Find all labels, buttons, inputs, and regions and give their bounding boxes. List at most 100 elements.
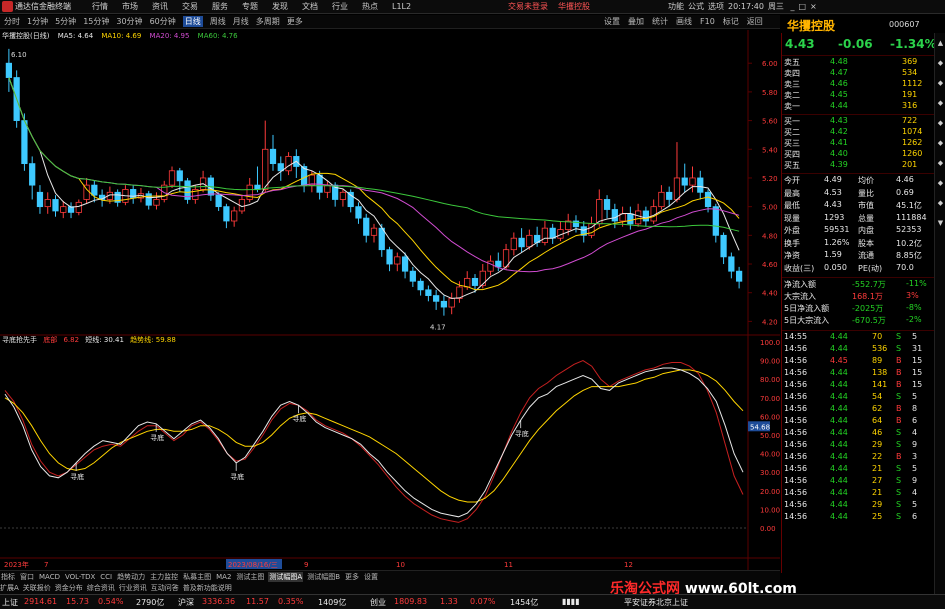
flow-row[interactable]: 5日大宗流入 -670.5万 -2% — [784, 315, 933, 327]
tick-row[interactable]: 14:56 4.44 27 S 9 — [784, 476, 933, 488]
side-button-1[interactable]: ▲ — [936, 39, 945, 51]
tab-vol[interactable]: VOL-TDX — [64, 573, 96, 581]
menu-options[interactable]: 选项 — [708, 2, 724, 11]
period-daily[interactable]: 日线 — [182, 16, 203, 27]
menu-item-l1l2[interactable]: L1L2 — [392, 2, 411, 11]
tick-row[interactable]: 14:56 4.44 536 S 31 — [784, 344, 933, 356]
menu-function[interactable]: 功能 — [668, 2, 684, 11]
period-weekly[interactable]: 周线 — [210, 16, 226, 27]
side-button-5[interactable]: ◆ — [936, 119, 945, 131]
stat-row[interactable]: 净资 1.59 流通 8.85亿 — [784, 250, 933, 262]
tab-private[interactable]: 私募主图 — [182, 572, 212, 582]
maximize-icon[interactable]: □ — [798, 2, 806, 11]
side-scrollbar[interactable]: ▲ ◆ ◆ ◆ ◆ ◆ ◆ ◆ ◆ ▼ — [934, 33, 945, 594]
stat-row[interactable]: 今开 4.49 均价 4.46 — [784, 175, 933, 187]
period-more[interactable]: 更多 — [287, 16, 303, 27]
tool-back[interactable]: 返回 — [747, 16, 763, 27]
tab-macd[interactable]: MACD — [38, 573, 61, 581]
menu-formula[interactable]: 公式 — [688, 2, 704, 11]
stat-row[interactable]: 现量 1293 总量 111884 — [784, 213, 933, 225]
price-chart[interactable]: 寻底寻底寻底寻底寻底 6.104.176.005.805.605.405.205… — [0, 30, 780, 570]
tick-row[interactable]: 14:55 4.44 70 S 5 — [784, 332, 933, 344]
menu-item-quotes[interactable]: 行情 — [92, 1, 108, 12]
ext-tab-news[interactable]: 综合资讯 — [87, 583, 115, 593]
menu-item-trade[interactable]: 交易 — [182, 1, 198, 12]
index-sh-name[interactable]: 上证 — [2, 597, 18, 608]
flow-row[interactable]: 净流入额 -552.7万 -11% — [784, 279, 933, 291]
flow-row[interactable]: 大宗流入 168.1万 3% — [784, 291, 933, 303]
period-30min[interactable]: 30分钟 — [116, 16, 142, 27]
side-button-2[interactable]: ◆ — [936, 59, 945, 71]
bid-row[interactable]: 买五 4.39 201 — [784, 160, 933, 172]
tab-trend[interactable]: 趋势动力 — [116, 572, 146, 582]
tool-settings[interactable]: 设置 — [604, 16, 620, 27]
tick-row[interactable]: 14:56 4.44 21 S 4 — [784, 488, 933, 500]
tab-test-main[interactable]: 测试主图 — [235, 572, 265, 582]
stat-row[interactable]: 外盘 59531 内盘 52353 — [784, 225, 933, 237]
tab-test-a[interactable]: 测试幅图A — [268, 572, 304, 582]
notice-stock[interactable]: 华攫控股 — [558, 2, 590, 11]
tick-row[interactable]: 14:56 4.44 54 S 5 — [784, 392, 933, 404]
ext-tab-new[interactable]: 普及新功能说明 — [183, 583, 232, 593]
tab-more[interactable]: 更多 — [344, 572, 360, 582]
tab-test-b[interactable]: 测试幅图B — [306, 572, 341, 582]
menu-item-news[interactable]: 资讯 — [152, 1, 168, 12]
side-button-7[interactable]: ◆ — [936, 159, 945, 171]
flow-row[interactable]: 5日净流入额 -2025万 -8% — [784, 303, 933, 315]
tool-stats[interactable]: 统计 — [652, 16, 668, 27]
stat-row[interactable]: 最高 4.53 量比 0.69 — [784, 188, 933, 200]
stat-row[interactable]: 换手 1.26% 股本 10.2亿 — [784, 238, 933, 250]
ext-tab-capital[interactable]: 资金分布 — [55, 583, 83, 593]
ask-row[interactable]: 卖一 4.44 316 — [784, 101, 933, 113]
tick-row[interactable]: 14:56 4.44 29 S 9 — [784, 440, 933, 452]
index-cy-name[interactable]: 创业 — [370, 597, 386, 608]
tick-row[interactable]: 14:56 4.44 141 B 15 — [784, 380, 933, 392]
ext-tab-industry[interactable]: 行业资讯 — [119, 583, 147, 593]
stat-row[interactable]: 最低 4.43 市值 45.1亿 — [784, 200, 933, 212]
menu-item-market[interactable]: 市场 — [122, 1, 138, 12]
period-monthly[interactable]: 月线 — [233, 16, 249, 27]
menu-item-topic[interactable]: 专题 — [242, 1, 258, 12]
side-button-4[interactable]: ◆ — [936, 99, 945, 111]
tool-draw[interactable]: 画线 — [676, 16, 692, 27]
tick-row[interactable]: 14:56 4.44 22 B 3 — [784, 452, 933, 464]
tick-row[interactable]: 14:56 4.44 46 S 4 — [784, 428, 933, 440]
tick-row[interactable]: 14:56 4.44 64 B 6 — [784, 416, 933, 428]
side-button-10[interactable]: ▼ — [936, 219, 945, 231]
ext-tab-qa[interactable]: 互动问答 — [151, 583, 179, 593]
login-status[interactable]: 交易未登录 — [508, 2, 548, 11]
close-icon[interactable]: × — [810, 2, 817, 11]
tool-f10[interactable]: F10 — [700, 17, 715, 26]
menu-item-industry[interactable]: 行业 — [332, 1, 348, 12]
ext-tab-related[interactable]: 关联报价 — [23, 583, 51, 593]
menu-item-service[interactable]: 服务 — [212, 1, 228, 12]
period-60min[interactable]: 60分钟 — [150, 16, 176, 27]
minimize-icon[interactable]: _ — [790, 2, 794, 11]
menu-item-docs[interactable]: 文档 — [302, 1, 318, 12]
tick-row[interactable]: 14:56 4.44 62 B 8 — [784, 404, 933, 416]
tab-main-monitor[interactable]: 主力监控 — [149, 572, 179, 582]
tick-row[interactable]: 14:56 4.44 29 S 5 — [784, 500, 933, 512]
stat-row[interactable]: 收益(三) 0.050 PE(动) 70.0 — [784, 263, 933, 275]
period-15min[interactable]: 15分钟 — [83, 16, 109, 27]
tick-row[interactable]: 14:56 4.45 89 B 15 — [784, 356, 933, 368]
index-hs-name[interactable]: 沪深 — [178, 597, 194, 608]
tab-cci[interactable]: CCI — [99, 573, 113, 581]
period-minute[interactable]: 分时 — [4, 16, 20, 27]
menu-item-hot[interactable]: 热点 — [362, 1, 378, 12]
side-button-9[interactable]: ◆ — [936, 199, 945, 211]
tab-settings[interactable]: 设置 — [363, 572, 379, 582]
oscillator-name[interactable]: 寻底抢先手 — [2, 336, 37, 344]
side-button-3[interactable]: ◆ — [936, 79, 945, 91]
period-multi[interactable]: 多周期 — [256, 16, 280, 27]
tab-ma2[interactable]: MA2 — [215, 573, 232, 581]
side-button-6[interactable]: ◆ — [936, 139, 945, 151]
tool-mark[interactable]: 标记 — [723, 16, 739, 27]
side-button-8[interactable]: ◆ — [936, 179, 945, 191]
ext-tab-a[interactable]: 扩展A — [0, 583, 19, 593]
period-1min[interactable]: 1分钟 — [27, 16, 48, 27]
tab-indicator[interactable]: 指标 — [0, 572, 16, 582]
tick-row[interactable]: 14:56 4.44 138 B 15 — [784, 368, 933, 380]
tool-overlay[interactable]: 叠加 — [628, 16, 644, 27]
tick-row[interactable]: 14:56 4.44 25 S 6 — [784, 512, 933, 524]
